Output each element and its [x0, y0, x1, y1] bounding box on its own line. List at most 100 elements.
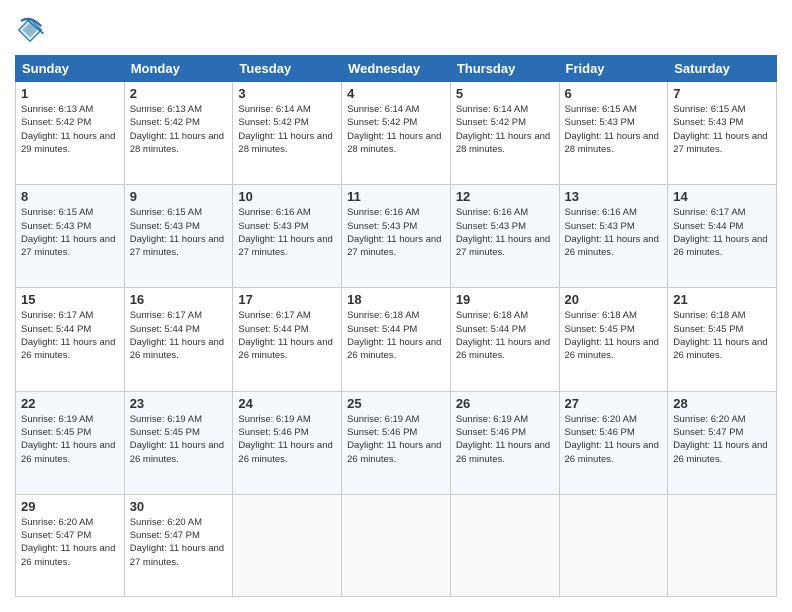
- day-info: Sunrise: 6:19 AMSunset: 5:46 PMDaylight:…: [347, 413, 445, 466]
- day-number: 25: [347, 396, 445, 411]
- day-number: 30: [130, 499, 228, 514]
- calendar-cell: 12 Sunrise: 6:16 AMSunset: 5:43 PMDayligh…: [450, 185, 559, 288]
- calendar-cell: 4 Sunrise: 6:14 AMSunset: 5:42 PMDaylight…: [342, 82, 451, 185]
- day-info: Sunrise: 6:14 AMSunset: 5:42 PMDaylight:…: [238, 103, 336, 156]
- day-info: Sunrise: 6:19 AMSunset: 5:46 PMDaylight:…: [456, 413, 554, 466]
- day-number: 26: [456, 396, 554, 411]
- logo: [15, 15, 49, 45]
- day-number: 22: [21, 396, 119, 411]
- calendar-cell: 27 Sunrise: 6:20 AMSunset: 5:46 PMDayligh…: [559, 391, 668, 494]
- day-number: 18: [347, 292, 445, 307]
- day-info: Sunrise: 6:17 AMSunset: 5:44 PMDaylight:…: [238, 309, 336, 362]
- calendar-cell: 18Sunrise: 6:18 AMSunset: 5:44 PMDayligh…: [342, 288, 451, 391]
- day-number: 23: [130, 396, 228, 411]
- calendar-cell: 28 Sunrise: 6:20 AMSunset: 5:47 PMDayligh…: [668, 391, 777, 494]
- calendar-cell: 29Sunrise: 6:20 AMSunset: 5:47 PMDayligh…: [16, 494, 125, 596]
- day-number: 20: [565, 292, 663, 307]
- day-number: 24: [238, 396, 336, 411]
- calendar-cell: [668, 494, 777, 596]
- day-info: Sunrise: 6:18 AMSunset: 5:45 PMDaylight:…: [673, 309, 771, 362]
- calendar-cell: 23Sunrise: 6:19 AMSunset: 5:45 PMDayligh…: [124, 391, 233, 494]
- calendar-cell: [559, 494, 668, 596]
- day-info: Sunrise: 6:18 AMSunset: 5:45 PMDaylight:…: [565, 309, 663, 362]
- day-info: Sunrise: 6:15 AMSunset: 5:43 PMDaylight:…: [130, 206, 228, 259]
- day-number: 16: [130, 292, 228, 307]
- day-header-thursday: Thursday: [450, 56, 559, 82]
- page: SundayMondayTuesdayWednesdayThursdayFrid…: [0, 0, 792, 612]
- day-header-tuesday: Tuesday: [233, 56, 342, 82]
- header: [15, 15, 777, 45]
- calendar-cell: 26 Sunrise: 6:19 AMSunset: 5:46 PMDayligh…: [450, 391, 559, 494]
- day-header-wednesday: Wednesday: [342, 56, 451, 82]
- day-number: 14: [673, 189, 771, 204]
- calendar-cell: 30 Sunrise: 6:20 AMSunset: 5:47 PMDayligh…: [124, 494, 233, 596]
- day-info: Sunrise: 6:20 AMSunset: 5:47 PMDaylight:…: [673, 413, 771, 466]
- calendar-cell: [450, 494, 559, 596]
- calendar-cell: 5 Sunrise: 6:14 AMSunset: 5:42 PMDaylight…: [450, 82, 559, 185]
- calendar-cell: 16 Sunrise: 6:17 AMSunset: 5:44 PMDayligh…: [124, 288, 233, 391]
- calendar-week-row: 1 Sunrise: 6:13 AMSunset: 5:42 PMDaylight…: [16, 82, 777, 185]
- calendar-cell: 22 Sunrise: 6:19 AMSunset: 5:45 PMDayligh…: [16, 391, 125, 494]
- day-info: Sunrise: 6:15 AMSunset: 5:43 PMDaylight:…: [565, 103, 663, 156]
- day-number: 19: [456, 292, 554, 307]
- day-info: Sunrise: 6:14 AMSunset: 5:42 PMDaylight:…: [347, 103, 445, 156]
- calendar-cell: 21 Sunrise: 6:18 AMSunset: 5:45 PMDayligh…: [668, 288, 777, 391]
- day-info: Sunrise: 6:14 AMSunset: 5:42 PMDaylight:…: [456, 103, 554, 156]
- day-number: 1: [21, 86, 119, 101]
- logo-icon: [15, 15, 45, 45]
- day-info: Sunrise: 6:15 AMSunset: 5:43 PMDaylight:…: [673, 103, 771, 156]
- calendar-week-row: 22 Sunrise: 6:19 AMSunset: 5:45 PMDayligh…: [16, 391, 777, 494]
- day-number: 13: [565, 189, 663, 204]
- day-number: 17: [238, 292, 336, 307]
- day-info: Sunrise: 6:16 AMSunset: 5:43 PMDaylight:…: [565, 206, 663, 259]
- day-info: Sunrise: 6:17 AMSunset: 5:44 PMDaylight:…: [21, 309, 119, 362]
- day-number: 28: [673, 396, 771, 411]
- day-info: Sunrise: 6:19 AMSunset: 5:45 PMDaylight:…: [21, 413, 119, 466]
- calendar-cell: 24 Sunrise: 6:19 AMSunset: 5:46 PMDayligh…: [233, 391, 342, 494]
- day-info: Sunrise: 6:19 AMSunset: 5:46 PMDaylight:…: [238, 413, 336, 466]
- day-number: 11: [347, 189, 445, 204]
- calendar-cell: 13 Sunrise: 6:16 AMSunset: 5:43 PMDayligh…: [559, 185, 668, 288]
- calendar-cell: 25 Sunrise: 6:19 AMSunset: 5:46 PMDayligh…: [342, 391, 451, 494]
- day-info: Sunrise: 6:13 AMSunset: 5:42 PMDaylight:…: [130, 103, 228, 156]
- calendar-table: SundayMondayTuesdayWednesdayThursdayFrid…: [15, 55, 777, 597]
- day-info: Sunrise: 6:16 AMSunset: 5:43 PMDaylight:…: [456, 206, 554, 259]
- day-header-monday: Monday: [124, 56, 233, 82]
- day-number: 8: [21, 189, 119, 204]
- calendar-cell: 1 Sunrise: 6:13 AMSunset: 5:42 PMDaylight…: [16, 82, 125, 185]
- calendar-cell: 17 Sunrise: 6:17 AMSunset: 5:44 PMDayligh…: [233, 288, 342, 391]
- calendar-cell: 7Sunrise: 6:15 AMSunset: 5:43 PMDaylight…: [668, 82, 777, 185]
- day-number: 2: [130, 86, 228, 101]
- day-info: Sunrise: 6:18 AMSunset: 5:44 PMDaylight:…: [456, 309, 554, 362]
- day-info: Sunrise: 6:20 AMSunset: 5:47 PMDaylight:…: [130, 516, 228, 569]
- day-info: Sunrise: 6:17 AMSunset: 5:44 PMDaylight:…: [673, 206, 771, 259]
- calendar-week-row: 29 Sunrise: 6:20 AMSunset: 5:47 PMDayligh…: [16, 494, 777, 596]
- day-header-friday: Friday: [559, 56, 668, 82]
- day-number: 10: [238, 189, 336, 204]
- calendar-cell: 2 Sunrise: 6:13 AMSunset: 5:42 PMDaylight…: [124, 82, 233, 185]
- day-number: 6: [565, 86, 663, 101]
- day-number: 21: [673, 292, 771, 307]
- calendar-week-row: 15 Sunrise: 6:17 AMSunset: 5:44 PMDayligh…: [16, 288, 777, 391]
- calendar-week-row: 8 Sunrise: 6:15 AMSunset: 5:43 PMDaylight…: [16, 185, 777, 288]
- calendar-cell: 3Sunrise: 6:14 AMSunset: 5:42 PMDaylight…: [233, 82, 342, 185]
- day-info: Sunrise: 6:15 AMSunset: 5:43 PMDaylight:…: [21, 206, 119, 259]
- calendar-cell: 14 Sunrise: 6:17 AMSunset: 5:44 PMDayligh…: [668, 185, 777, 288]
- day-number: 27: [565, 396, 663, 411]
- calendar-cell: 20 Sunrise: 6:18 AMSunset: 5:45 PMDayligh…: [559, 288, 668, 391]
- day-info: Sunrise: 6:13 AMSunset: 5:42 PMDaylight:…: [21, 103, 119, 156]
- day-number: 29: [21, 499, 119, 514]
- day-number: 15: [21, 292, 119, 307]
- day-header-sunday: Sunday: [16, 56, 125, 82]
- day-info: Sunrise: 6:20 AMSunset: 5:46 PMDaylight:…: [565, 413, 663, 466]
- day-number: 5: [456, 86, 554, 101]
- day-number: 12: [456, 189, 554, 204]
- calendar-cell: [342, 494, 451, 596]
- calendar-cell: 19 Sunrise: 6:18 AMSunset: 5:44 PMDayligh…: [450, 288, 559, 391]
- day-info: Sunrise: 6:16 AMSunset: 5:43 PMDaylight:…: [238, 206, 336, 259]
- calendar-cell: 10 Sunrise: 6:16 AMSunset: 5:43 PMDayligh…: [233, 185, 342, 288]
- day-info: Sunrise: 6:17 AMSunset: 5:44 PMDaylight:…: [130, 309, 228, 362]
- calendar-cell: 9Sunrise: 6:15 AMSunset: 5:43 PMDaylight…: [124, 185, 233, 288]
- calendar-cell: 15 Sunrise: 6:17 AMSunset: 5:44 PMDayligh…: [16, 288, 125, 391]
- day-number: 4: [347, 86, 445, 101]
